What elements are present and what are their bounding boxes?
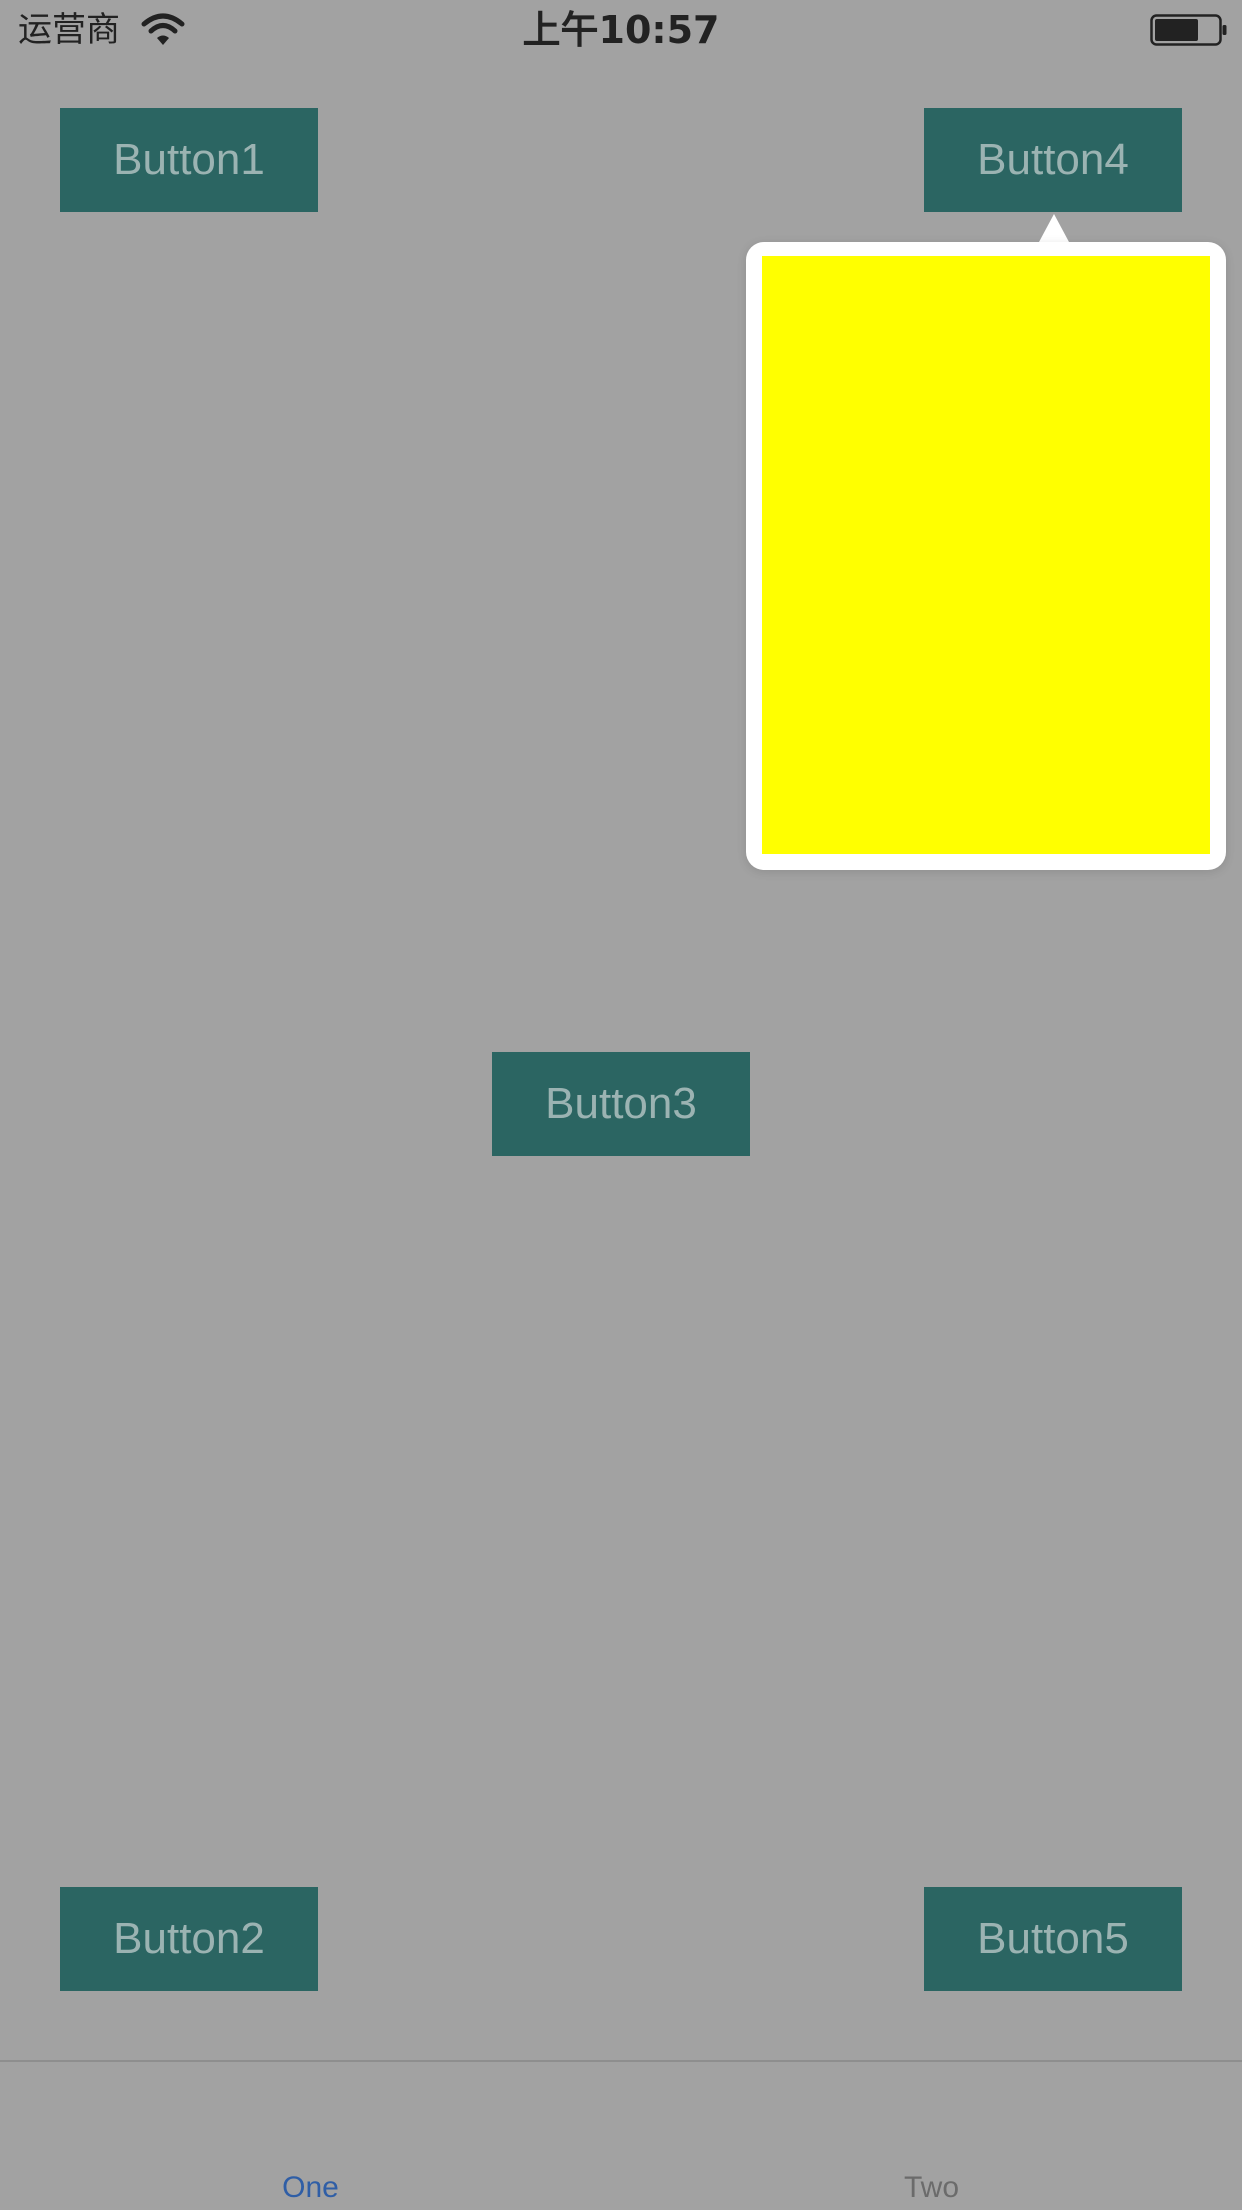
popover-arrow xyxy=(1039,214,1069,242)
status-time: 上午10:57 xyxy=(522,8,720,52)
popover[interactable] xyxy=(746,242,1226,870)
tab-one[interactable]: One xyxy=(0,2170,621,2206)
battery-icon xyxy=(1150,14,1227,46)
tab-two[interactable]: Two xyxy=(621,2170,1242,2206)
button-4[interactable]: Button4 xyxy=(924,108,1182,212)
button-1[interactable]: Button1 xyxy=(60,108,318,212)
button-5[interactable]: Button5 xyxy=(924,1887,1182,1991)
tab-bar: One Two xyxy=(0,2060,1242,2210)
popover-content xyxy=(762,256,1210,854)
status-bar: 运营商 上午10:57 xyxy=(0,0,1242,60)
button-2[interactable]: Button2 xyxy=(60,1887,318,1991)
button-3[interactable]: Button3 xyxy=(492,1052,750,1156)
